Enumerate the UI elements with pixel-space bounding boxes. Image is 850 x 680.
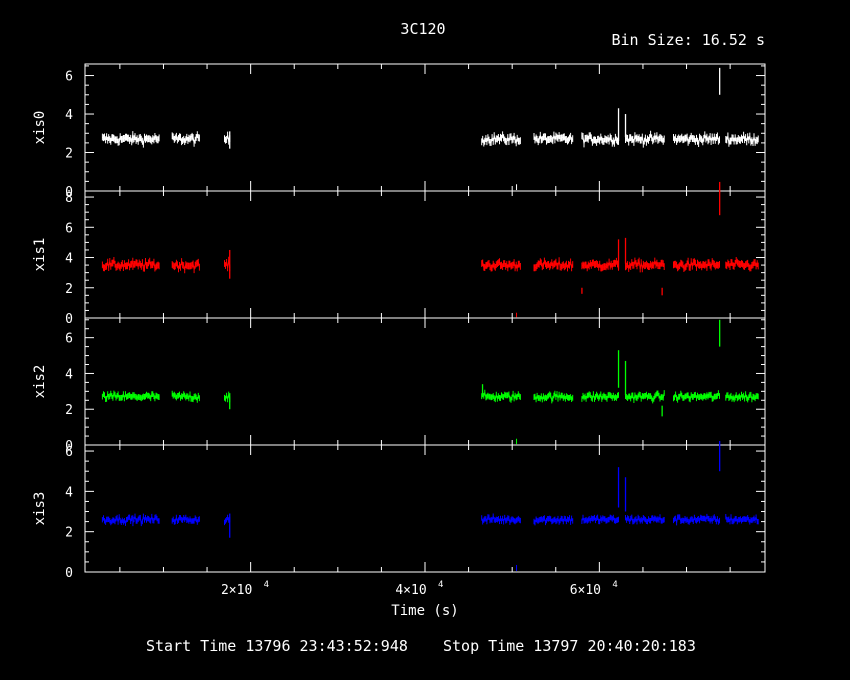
panel-label-xis0: xis0 — [32, 111, 48, 145]
panel-frame — [84, 317, 766, 446]
panel-xis0: 0246xis0 — [32, 63, 766, 200]
y-tick-label: 2 — [65, 147, 73, 162]
x-axis-label: Time (s) — [391, 603, 458, 619]
x-tick-label: 4×10 — [395, 583, 426, 598]
y-tick-label: 6 — [65, 221, 73, 236]
y-tick-label: 6 — [65, 70, 73, 85]
lightcurve-chart: 3C120 Bin Size: 16.52 s 0 2 4 6 xis0 0 2 4 6 8 xis… — [32, 20, 766, 655]
series-xis0 — [101, 67, 759, 191]
stop-time-label: Stop Time 13797 20:40:20:183 — [443, 637, 696, 655]
series-xis1 — [101, 181, 759, 318]
x-tick-label: 6×10 — [570, 583, 601, 598]
bin-size-label: Bin Size: 16.52 s — [611, 31, 765, 49]
panel-label-xis3: xis3 — [32, 492, 48, 526]
panels-group: 0246xis002468xis10246xis20246xis3 — [32, 63, 766, 581]
panel-frame — [84, 190, 766, 319]
x-tick-exponent: 4 — [438, 580, 443, 590]
y-tick-label: 0 — [65, 312, 73, 327]
x-tick-label: 2×10 — [221, 583, 252, 598]
x-tick-exponent: 4 — [264, 580, 269, 590]
panel-xis3: 0 2 4 6 xis3 — [32, 440, 766, 581]
series-xis2 — [101, 319, 759, 445]
panel-frame — [84, 444, 766, 573]
y-tick-label: 4 — [65, 367, 73, 382]
error-bars — [132, 133, 160, 148]
y-tick-label: 2 — [65, 526, 73, 541]
panel-frame — [84, 63, 766, 192]
panel-label-xis2: xis2 — [32, 365, 48, 399]
x-axis: 2×10 4 4×10 4 6×10 4 — [221, 580, 618, 598]
y-tick-label: 2 — [65, 282, 73, 297]
y-tick-label: 6 — [65, 445, 73, 460]
series-xis3 — [101, 440, 759, 571]
y-tick-label: 4 — [65, 108, 73, 123]
chart-title: 3C120 — [400, 20, 445, 38]
x-tick-exponent: 4 — [612, 580, 617, 590]
panel-label-xis1: xis1 — [32, 238, 48, 272]
y-tick-label: 2 — [65, 403, 73, 418]
panel-xis1: 0 2 4 6 8 xis1 — [32, 181, 766, 327]
start-time-label: Start Time 13796 23:43:52:948 — [146, 637, 408, 655]
y-tick-label: 6 — [65, 332, 73, 347]
panel-xis2: 0246xis2 — [32, 317, 766, 454]
y-tick-label: 4 — [65, 252, 73, 267]
y-tick-label: 0 — [65, 566, 73, 581]
lightcurve-figure: 3C120 Bin Size: 16.52 s 0 2 4 6 xis0 0 2 4 6 8 xis… — [0, 0, 850, 680]
y-tick-label: 8 — [65, 191, 73, 206]
y-tick-label: 4 — [65, 485, 73, 500]
error-bars — [673, 390, 720, 403]
